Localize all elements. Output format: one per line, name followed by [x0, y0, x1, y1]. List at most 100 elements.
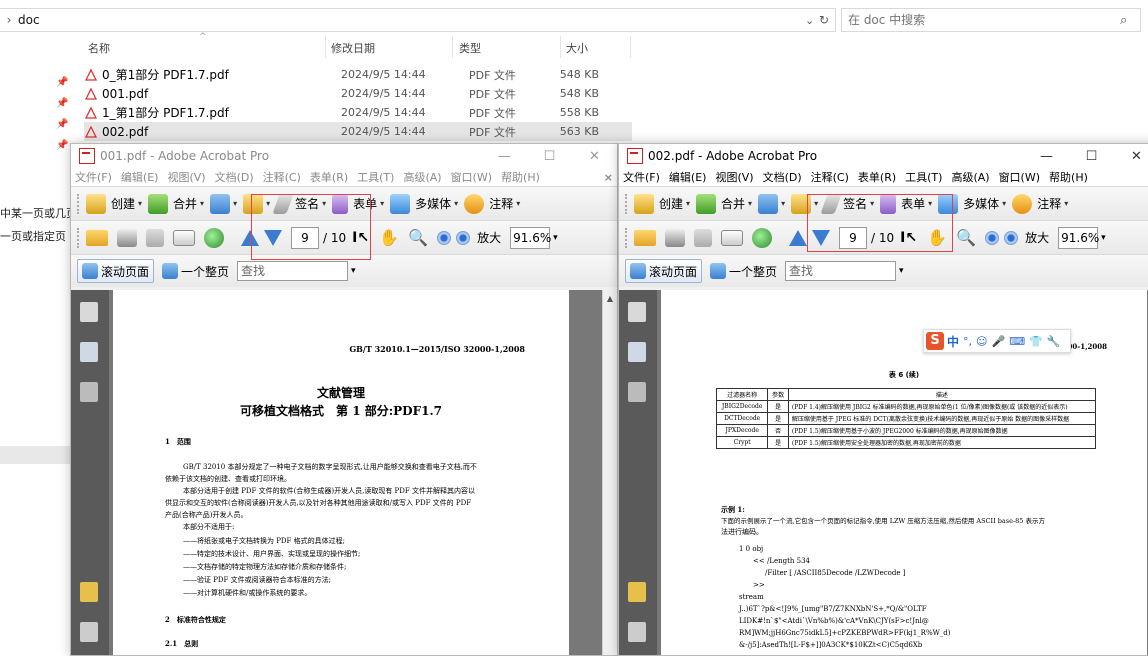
- menu-forms[interactable]: 表单(R): [310, 169, 348, 185]
- microphone-icon[interactable]: 🎤: [991, 335, 1005, 348]
- menu-edit[interactable]: 编辑(E): [669, 169, 707, 185]
- dropdown-arrow-icon[interactable]: ▾: [1064, 199, 1068, 208]
- file-row-selected[interactable]: 002.pdf 2024/9/5 14:44 PDF 文件 563 KB: [84, 122, 632, 141]
- close-icon[interactable]: ✕: [1114, 149, 1148, 164]
- toolbar-grip[interactable]: [77, 193, 82, 214]
- single-page-button[interactable]: 一个整页: [706, 260, 781, 282]
- dropdown-arrow-icon[interactable]: ▾: [233, 199, 237, 208]
- create-button[interactable]: 创建: [111, 195, 135, 212]
- address-bar[interactable]: › doc ⌄ ↻: [0, 8, 836, 32]
- file-row[interactable]: 001.pdf 2024/9/5 14:44 PDF 文件 548 KB: [84, 84, 632, 103]
- pages-panel-icon[interactable]: [628, 302, 646, 322]
- column-divider[interactable]: [325, 36, 326, 58]
- menu-window[interactable]: 窗口(W): [451, 169, 492, 185]
- hand-tool-icon[interactable]: ✋: [379, 228, 399, 248]
- keyboard-icon[interactable]: ⌨: [1009, 335, 1025, 348]
- comment-button[interactable]: 注释: [489, 195, 513, 212]
- maximize-icon[interactable]: ☐: [527, 149, 572, 164]
- column-type[interactable]: 类型: [459, 40, 481, 56]
- zoom-dropdown-icon[interactable]: ▾: [553, 233, 558, 243]
- save-icon[interactable]: [146, 228, 164, 247]
- scroll-page-button[interactable]: 滚动页面: [77, 259, 155, 283]
- menu-help[interactable]: 帮助(H): [1049, 169, 1088, 185]
- pages-panel-icon[interactable]: [80, 302, 98, 322]
- zoom-in-icon[interactable]: [456, 230, 471, 245]
- scroll-up-icon[interactable]: ▲: [603, 294, 617, 303]
- comment-button[interactable]: 注释: [1037, 195, 1061, 212]
- find-dropdown-icon[interactable]: ▾: [351, 266, 356, 276]
- pin-icon[interactable]: 📌: [56, 77, 68, 88]
- maximize-icon[interactable]: ☐: [1069, 149, 1114, 164]
- menu-view[interactable]: 视图(V): [715, 169, 753, 185]
- email-icon[interactable]: [173, 229, 195, 246]
- toolbar-grip[interactable]: [625, 193, 630, 214]
- menu-window[interactable]: 窗口(W): [999, 169, 1040, 185]
- chevron-down-icon[interactable]: ⌄: [805, 14, 819, 27]
- menu-comments[interactable]: 注释(C): [263, 169, 301, 185]
- multimedia-icon[interactable]: [390, 193, 411, 214]
- dropdown-arrow-icon[interactable]: ▾: [1002, 199, 1006, 208]
- zoom-level-input[interactable]: 91.6%: [1058, 226, 1099, 249]
- dropdown-arrow-icon[interactable]: ▾: [454, 199, 458, 208]
- emoji-icon[interactable]: ☺: [976, 335, 987, 348]
- dropdown-arrow-icon[interactable]: ▾: [748, 199, 752, 208]
- close-document-icon[interactable]: ×: [604, 171, 613, 184]
- title-bar[interactable]: 002.pdf - Adobe Acrobat Pro — ☐ ✕: [619, 144, 1148, 168]
- single-page-button[interactable]: 一个整页: [158, 260, 233, 282]
- combine-button[interactable]: 合并: [173, 195, 197, 212]
- signatures-panel-icon[interactable]: [80, 382, 98, 402]
- zoom-dropdown-icon[interactable]: ▾: [1101, 233, 1106, 243]
- web-icon[interactable]: [752, 227, 772, 248]
- signatures-panel-icon[interactable]: [628, 382, 646, 402]
- punctuation-icon[interactable]: °,: [963, 335, 972, 348]
- menu-help[interactable]: 帮助(H): [501, 169, 540, 185]
- menu-tools[interactable]: 工具(T): [357, 169, 394, 185]
- minimize-icon[interactable]: —: [1024, 149, 1069, 164]
- comments-panel-icon[interactable]: [628, 582, 646, 602]
- file-row[interactable]: 0_第1部分 PDF1.7.pdf 2024/9/5 14:44 PDF 文件 …: [84, 65, 632, 84]
- previous-page-icon[interactable]: [789, 229, 807, 246]
- dropdown-arrow-icon[interactable]: ▾: [686, 199, 690, 208]
- skin-icon[interactable]: 👕: [1029, 335, 1043, 348]
- menu-advanced[interactable]: 高级(A): [403, 169, 441, 185]
- menu-document[interactable]: 文档(D): [215, 169, 254, 185]
- dropdown-arrow-icon[interactable]: ▾: [380, 199, 384, 208]
- column-name[interactable]: 名称: [88, 40, 110, 56]
- dropdown-arrow-icon[interactable]: ▾: [200, 199, 204, 208]
- find-input[interactable]: 查找: [237, 261, 349, 281]
- menu-advanced[interactable]: 高级(A): [951, 169, 989, 185]
- column-divider[interactable]: [560, 36, 561, 58]
- zoom-out-icon[interactable]: [985, 230, 1000, 245]
- tools-icon[interactable]: 🔧: [1047, 335, 1061, 348]
- menu-edit[interactable]: 编辑(E): [121, 169, 159, 185]
- comments-panel-icon[interactable]: [80, 582, 98, 602]
- toolbar-grip[interactable]: [625, 227, 630, 248]
- open-folder-icon[interactable]: [86, 229, 108, 246]
- combine-button[interactable]: 合并: [721, 195, 745, 212]
- dropdown-arrow-icon[interactable]: ▾: [781, 199, 785, 208]
- vertical-scrollbar[interactable]: ▲: [602, 290, 617, 655]
- combine-icon[interactable]: [696, 193, 717, 214]
- find-input[interactable]: 查找: [785, 261, 897, 281]
- zoom-in-label[interactable]: 放大: [1025, 229, 1049, 246]
- create-icon[interactable]: [86, 193, 106, 214]
- menu-view[interactable]: 视图(V): [167, 169, 205, 185]
- print-icon[interactable]: [117, 228, 137, 247]
- ime-mode-chinese[interactable]: 中: [947, 333, 959, 350]
- export-icon[interactable]: [210, 193, 231, 214]
- print-icon[interactable]: [665, 228, 685, 247]
- pin-icon[interactable]: 📌: [56, 98, 68, 109]
- pin-icon[interactable]: 📌: [56, 119, 68, 130]
- file-row[interactable]: 1_第1部分 PDF1.7.pdf 2024/9/5 14:44 PDF 文件 …: [84, 103, 632, 122]
- zoom-in-label[interactable]: 放大: [477, 229, 501, 246]
- zoom-tool-icon[interactable]: 🔍: [956, 228, 976, 248]
- comment-icon[interactable]: [464, 193, 485, 214]
- multimedia-button[interactable]: 多媒体: [415, 195, 451, 212]
- search-input[interactable]: [842, 12, 1120, 28]
- open-folder-icon[interactable]: [634, 229, 656, 246]
- title-bar[interactable]: 001.pdf - Adobe Acrobat Pro — ☐ ✕: [71, 144, 617, 168]
- close-icon[interactable]: ✕: [572, 149, 617, 164]
- minimize-icon[interactable]: —: [482, 149, 527, 164]
- menu-file[interactable]: 文件(F): [623, 169, 660, 185]
- menu-comments[interactable]: 注释(C): [811, 169, 849, 185]
